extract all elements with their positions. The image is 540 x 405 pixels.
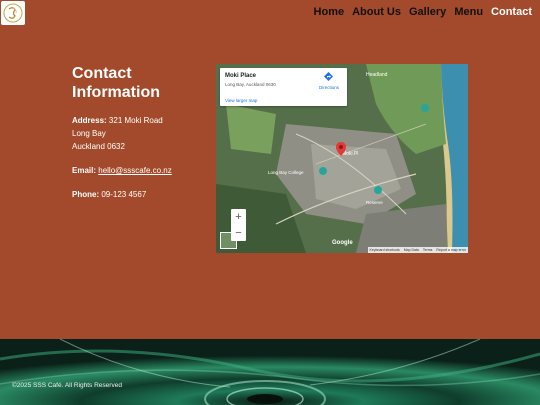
copyright-text: ©2025 SSS Café. All Rights Reserved — [12, 382, 122, 389]
address-block: Address: 321 Moki Road Long Bay Auckland… — [72, 114, 207, 153]
zoom-in-button[interactable]: + — [235, 211, 241, 223]
zoom-out-button[interactable]: − — [235, 227, 241, 239]
map-attribution: Keyboard shortcuts Map Data Terms Report… — [367, 247, 468, 253]
address-label: Address: — [72, 116, 107, 125]
location-pin-icon[interactable] — [336, 142, 346, 156]
footer-swirl-background — [0, 339, 540, 405]
address-line-2: Long Bay — [72, 129, 106, 138]
map-zoom-controls: + − — [231, 209, 246, 241]
page-title: Contact Information — [72, 64, 207, 102]
nav-about-link[interactable]: About Us — [352, 6, 401, 18]
email-link[interactable]: hello@ssscafe.co.nz — [98, 166, 172, 175]
poi-marker-icon[interactable] — [421, 104, 429, 112]
main-nav: Home About Us Gallery Menu Contact — [314, 6, 532, 18]
logo-icon — [3, 3, 23, 23]
place-address: Long Bay, Auckland 0630 — [225, 82, 276, 87]
keyboard-shortcuts-link[interactable]: Keyboard shortcuts — [370, 248, 400, 252]
map-place-card: Moki Place Long Bay, Auckland 0630 Direc… — [220, 68, 347, 106]
directions-icon[interactable] — [324, 72, 333, 81]
map-data-link[interactable]: Map Data — [404, 248, 419, 252]
title-line-1: Contact — [72, 65, 132, 82]
phone-value: 09-123 4567 — [101, 190, 147, 199]
svg-text:Headland: Headland — [366, 72, 388, 78]
email-block: Email: hello@ssscafe.co.nz — [72, 164, 207, 177]
nav-gallery-link[interactable]: Gallery — [409, 6, 446, 18]
terms-link[interactable]: Terms — [423, 248, 433, 252]
view-larger-map-link[interactable]: View larger map — [225, 98, 257, 103]
svg-text:Long Bay College: Long Bay College — [268, 170, 304, 175]
place-name: Moki Place — [225, 73, 257, 79]
google-logo: Google — [332, 240, 353, 246]
address-line-3: Auckland 0632 — [72, 142, 125, 151]
phone-label: Phone: — [72, 190, 100, 199]
site-header: Home About Us Gallery Menu Contact — [0, 0, 540, 28]
contact-info: Contact Information Address: 321 Moki Ro… — [72, 64, 207, 212]
phone-block: Phone: 09-123 4567 — [72, 188, 207, 201]
poi-marker-icon[interactable] — [374, 186, 382, 194]
nav-contact-link[interactable]: Contact — [491, 6, 532, 18]
site-footer: ©2025 SSS Café. All Rights Reserved — [0, 339, 540, 405]
nav-home-link[interactable]: Home — [314, 6, 345, 18]
embedded-map[interactable]: Moki Pl Headland Long Bay College Reserv… — [216, 64, 468, 253]
poi-marker-icon[interactable] — [319, 167, 327, 175]
report-error-link[interactable]: Report a map error — [436, 248, 466, 252]
nav-menu-link[interactable]: Menu — [454, 6, 483, 18]
svg-text:Reserve: Reserve — [366, 200, 383, 205]
email-label: Email: — [72, 166, 97, 175]
site-logo[interactable] — [1, 1, 25, 25]
address-line-1: 321 Moki Road — [108, 116, 163, 125]
title-line-2: Information — [72, 84, 160, 101]
directions-link[interactable]: Directions — [319, 85, 339, 90]
